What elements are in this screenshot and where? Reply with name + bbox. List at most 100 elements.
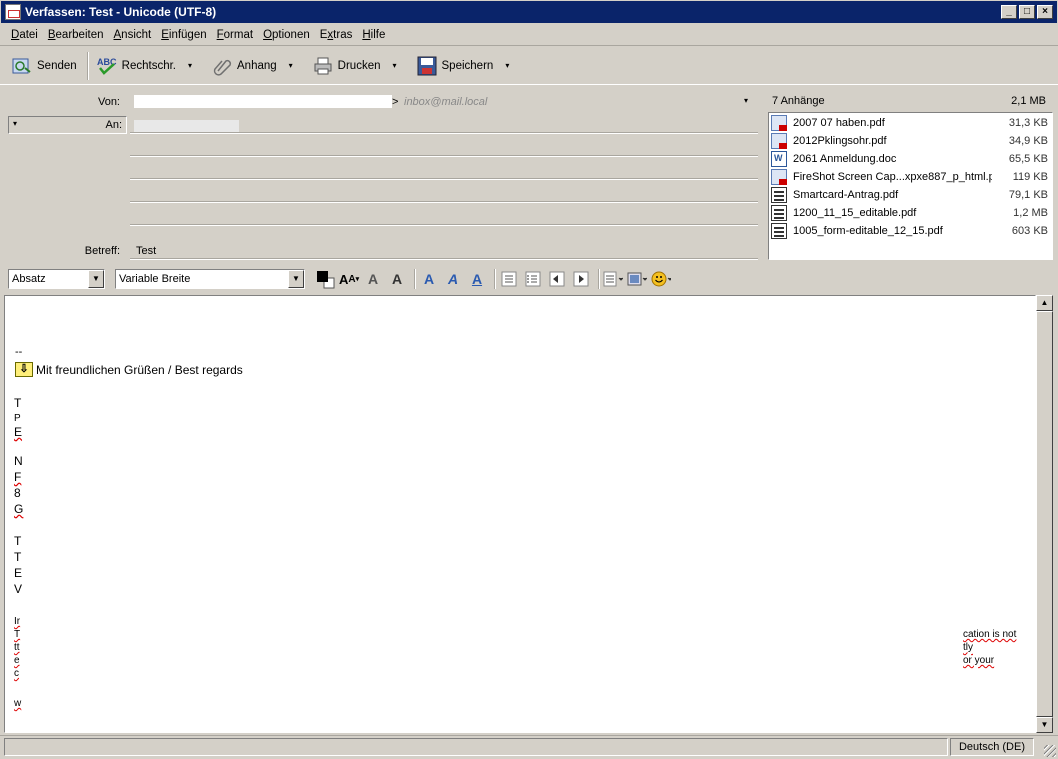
attach-dropdown-icon[interactable]: ▾ [289,61,293,70]
disclaimer-fragment-right: cation is not [963,629,1017,640]
signature-fragment: E [14,566,23,580]
disclaimer-fragment: tt [14,642,20,653]
chevron-down-icon[interactable]: ▼ [288,270,304,288]
attachment-item[interactable]: Smartcard-Antrag.pdf 79,1 KB [769,186,1052,204]
align-icon[interactable] [603,269,623,289]
form-icon [771,205,787,221]
save-dropdown-icon[interactable]: ▾ [505,61,509,70]
to-label: An: [105,119,122,131]
download-icon: ⇩ [15,362,33,377]
attachments-header[interactable]: 7 Anhänge 2,1 MB [772,95,1050,111]
toolbar-separator [414,269,416,289]
signature-separator: -- [15,346,23,358]
from-redacted-address [134,95,392,108]
attachment-item[interactable]: 2007 07 haben.pdf 31,3 KB [769,114,1052,132]
attachment-item[interactable]: 1200_11_15_editable.pdf 1,2 MB [769,204,1052,222]
paperclip-icon [212,56,232,76]
recipient-line-3[interactable] [130,178,758,180]
scroll-down-icon[interactable]: ▼ [1036,717,1053,733]
close-button[interactable]: × [1037,5,1053,19]
spellcheck-language[interactable]: Deutsch (DE) [950,738,1034,756]
subject-input[interactable]: Test [136,245,156,257]
menu-bearbeiten[interactable]: Bearbeiten [43,29,109,41]
bold-icon[interactable]: A [419,269,439,289]
toolbar-separator [598,269,600,289]
font-size-icon[interactable]: A A ▾ [339,269,359,289]
recipient-type-dropdown-icon[interactable]: ▾ [13,119,17,128]
attachments-count: 7 Anhänge [772,95,825,107]
signature-fragment: T [14,396,22,410]
message-body-editor[interactable]: -- ⇩ Mit freundlichen Grüßen / Best rega… [4,295,1036,733]
menu-ansicht[interactable]: Ansicht [109,29,157,41]
scroll-up-icon[interactable]: ▲ [1036,295,1053,311]
toolbar-separator [494,269,496,289]
attachment-name: FireShot Screen Cap...xpxe887_p_html.pdf [793,171,992,183]
signature-fragment: N [14,454,23,468]
spellcheck-dropdown-icon[interactable]: ▾ [188,61,192,70]
signature-fragment: G [14,502,24,516]
minimize-button[interactable]: _ [1001,5,1017,19]
paragraph-style-select[interactable]: Absatz ▼ [8,269,105,289]
menu-accelerator: F [216,28,224,41]
signature-fragment: V [14,582,23,596]
menu-extras[interactable]: Extras [315,29,358,41]
recipient-line-4[interactable] [130,201,758,203]
send-button[interactable]: Senden [8,51,81,81]
print-dropdown-icon[interactable]: ▾ [393,61,397,70]
attachment-name: 1005_form-editable_12_15.pdf [793,225,943,237]
attachment-item[interactable]: FireShot Screen Cap...xpxe887_p_html.pdf… [769,168,1052,186]
resize-grip-icon[interactable] [1044,745,1056,757]
subject-underline [130,258,758,260]
chevron-down-icon[interactable]: ▼ [88,270,104,288]
attachment-list[interactable]: 2007 07 haben.pdf 31,3 KB 2012Pklingsohr… [768,112,1053,260]
disclaimer-fragment: w [14,698,22,709]
attachment-item[interactable]: 2061 Anmeldung.doc 65,5 KB [769,150,1052,168]
attachment-size: 1,2 MB [1013,207,1048,219]
font-smaller-icon[interactable]: A [363,269,383,289]
recipient-type-select[interactable]: ▾ An: [8,116,127,134]
disclaimer-fragment: T [14,629,21,640]
print-button[interactable]: Drucken ▾ [309,51,411,81]
editor-scrollbar[interactable]: ▲ ▼ [1036,295,1053,733]
send-icon [12,56,32,76]
font-larger-icon[interactable]: A [387,269,407,289]
numbered-list-icon[interactable] [523,269,543,289]
menu-einfuegen[interactable]: Einfügen [156,29,211,41]
menu-format[interactable]: Format [212,29,258,41]
from-dropdown-icon[interactable]: ▾ [744,96,748,105]
menu-accelerator: E [161,28,169,41]
menu-datei[interactable]: Datei [6,29,43,41]
attachment-name: 1200_11_15_editable.pdf [793,207,917,219]
from-account-email[interactable]: inbox@mail.local [404,96,487,108]
pdf-icon [771,169,787,185]
outdent-icon[interactable] [547,269,567,289]
attachment-item[interactable]: 1005_form-editable_12_15.pdf 603 KB [769,222,1052,240]
spellcheck-button[interactable]: ABC Rechtschr. ▾ [93,51,206,81]
text-color-icon[interactable] [315,269,335,289]
underline-icon[interactable]: A [467,269,487,289]
maximize-button[interactable]: □ [1019,5,1035,19]
attach-button[interactable]: Anhang ▾ [208,51,307,81]
menu-optionen[interactable]: Optionen [258,29,315,41]
print-label: Drucken [337,59,381,72]
form-icon [771,223,787,239]
recipient-line-2[interactable] [130,155,758,157]
save-button[interactable]: Speichern ▾ [413,51,524,81]
indent-icon[interactable] [571,269,591,289]
bullet-list-icon[interactable] [499,269,519,289]
recipient-line-1[interactable] [130,132,758,134]
attachment-item[interactable]: 2012Pklingsohr.pdf 34,9 KB [769,132,1052,150]
floppy-disk-icon [417,56,437,76]
smiley-icon[interactable] [651,269,671,289]
menu-hilfe[interactable]: Hilfe [357,29,390,41]
title-bar: Verfassen: Test - Unicode (UTF-8) _ □ × [0,0,1058,24]
recipient-line-5[interactable] [130,224,758,226]
insert-image-icon[interactable] [627,269,647,289]
pdf-icon [771,115,787,131]
attachment-size: 79,1 KB [1008,189,1048,201]
attachment-name: 2012Pklingsohr.pdf [793,135,887,147]
regards-text: Mit freundlichen Grüßen / Best regards [36,362,243,377]
scrollbar-thumb[interactable] [1036,311,1053,717]
italic-icon[interactable]: A [443,269,463,289]
font-family-select[interactable]: Variable Breite ▼ [115,269,305,289]
